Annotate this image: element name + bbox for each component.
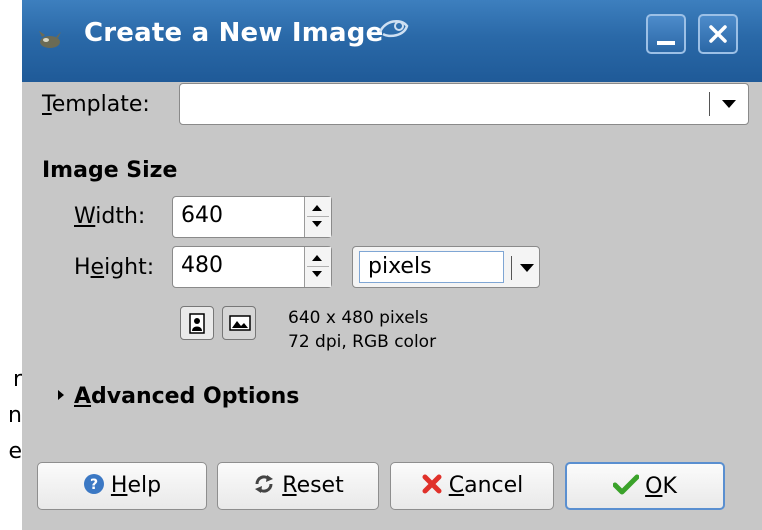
cancel-icon	[422, 474, 442, 494]
width-spinbutton[interactable]: 640	[172, 196, 332, 238]
increment-icon[interactable]	[312, 255, 322, 261]
width-label: Width:	[74, 204, 146, 229]
background-text-fragment: n	[8, 403, 22, 428]
height-spinbutton[interactable]: 480	[172, 246, 332, 288]
decrement-icon[interactable]	[312, 221, 322, 227]
decrement-icon[interactable]	[312, 271, 322, 277]
height-value[interactable]: 480	[181, 253, 223, 278]
template-label: Template:	[42, 92, 150, 117]
advanced-options-expander[interactable]: Advanced Options	[58, 384, 299, 409]
background-text-fragment: r	[12, 367, 22, 392]
close-button[interactable]	[698, 14, 738, 54]
suse-logo	[378, 19, 409, 38]
image-size-info-line1: 640 x 480 pixels	[288, 308, 429, 328]
landscape-icon	[229, 315, 251, 331]
image-size-info-line2: 72 dpi, RGB color	[288, 332, 437, 352]
help-button[interactable]: ? Help	[37, 462, 207, 510]
reset-icon	[255, 475, 274, 493]
ok-button[interactable]: OK	[565, 462, 725, 510]
minimize-icon	[657, 41, 675, 45]
height-label: Height:	[74, 255, 155, 280]
chevron-down-icon	[520, 264, 534, 272]
combo-separator	[511, 256, 512, 280]
close-icon	[709, 25, 727, 43]
template-combo[interactable]	[179, 83, 749, 125]
width-stepper[interactable]	[304, 197, 331, 237]
portrait-icon	[189, 313, 205, 334]
increment-icon[interactable]	[312, 205, 322, 211]
create-image-dialog: Create a New Image Template: Image Size …	[22, 0, 762, 530]
title-bar[interactable]: Create a New Image	[22, 0, 762, 82]
reset-button[interactable]: Reset	[217, 462, 379, 510]
width-value[interactable]: 640	[181, 203, 223, 228]
landscape-button[interactable]	[222, 306, 256, 340]
portrait-button[interactable]	[180, 306, 214, 340]
window-title: Create a New Image	[84, 18, 384, 48]
combo-separator	[709, 92, 710, 116]
height-stepper[interactable]	[304, 247, 331, 287]
minimize-button[interactable]	[646, 14, 686, 54]
chevron-down-icon	[722, 100, 736, 108]
cancel-button[interactable]: Cancel	[390, 462, 554, 510]
help-icon: ?	[83, 474, 104, 494]
image-size-heading: Image Size	[42, 158, 178, 183]
expander-arrow-icon	[58, 390, 64, 400]
units-field[interactable]: pixels	[359, 251, 504, 283]
units-value: pixels	[368, 254, 432, 279]
background-text-fragment: e	[8, 439, 22, 464]
ok-check-icon	[613, 474, 640, 495]
svg-text:?: ?	[90, 477, 98, 493]
stepper-divider	[307, 266, 329, 267]
gimp-wilber-icon	[39, 31, 61, 48]
units-combo[interactable]: pixels	[352, 246, 540, 288]
stepper-divider	[307, 216, 329, 217]
